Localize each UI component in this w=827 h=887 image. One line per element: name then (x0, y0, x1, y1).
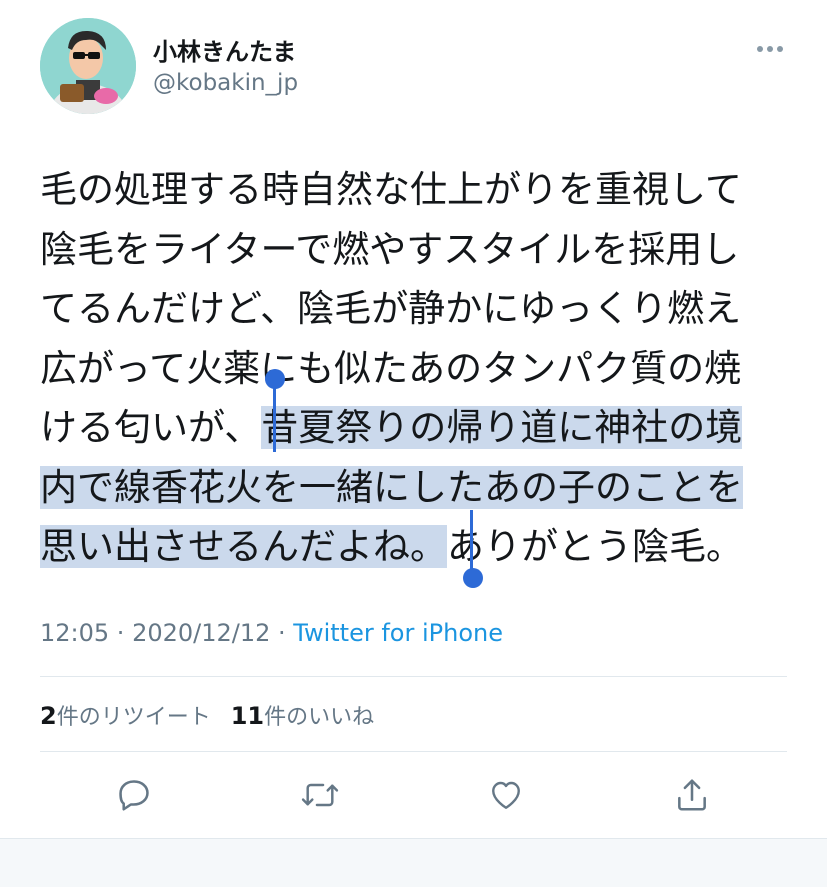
reply-icon[interactable] (114, 775, 154, 815)
selected-text: 内で線香花火を一緒にしたあの子のことを (40, 465, 743, 509)
likes-stat[interactable]: 11件のいいね (231, 702, 374, 730)
author-display-name[interactable]: 小林きんたま (153, 32, 296, 67)
tweet-line: ける匂いが、昔夏祭りの帰り道に神社の境 (40, 406, 743, 449)
selected-text: 思い出させるんだよね。 (40, 525, 447, 568)
retweets-stat[interactable]: 2件のリツイート (40, 702, 211, 730)
tweet-source-link[interactable]: Twitter for iPhone (293, 619, 503, 647)
more-dots-icon[interactable] (752, 34, 788, 64)
divider (40, 751, 787, 752)
tweet-date: 2020/12/12 (132, 619, 271, 647)
selected-text: 昔夏祭りの帰り道に神社の境 (261, 406, 743, 449)
tweet-line: 思い出させるんだよね。ありがとう陰毛。 (40, 525, 743, 568)
tweet-line: 毛の処理する時自然な仕上がりを重視して (40, 168, 742, 211)
avatar-illustration (40, 18, 136, 114)
heart-icon[interactable] (486, 775, 526, 815)
tweet-text: 毛の処理する時自然な仕上がりを重視して 陰毛をライターで燃やすスタイルを採用し … (40, 160, 800, 577)
retweet-icon[interactable] (300, 775, 340, 815)
tweet-line: 広がって火薬にも似たあのタンパク質の焼 (40, 346, 742, 390)
divider (40, 676, 787, 677)
selection-start-handle[interactable] (265, 369, 285, 389)
tweet-line: 陰毛をライターで燃やすスタイルを採用し (40, 227, 740, 271)
selection-end-handle[interactable] (463, 568, 483, 588)
selection-start-caret[interactable] (273, 384, 276, 452)
tweet-line: 内で線香花火を一緒にしたあの子のことを (40, 458, 800, 518)
footer-area (0, 839, 827, 887)
author-handle[interactable]: @kobakin_jp (153, 70, 298, 96)
tweet-time: 12:05 (40, 619, 110, 647)
avatar[interactable] (40, 18, 136, 114)
tweet-meta: 12:05 · 2020/12/12 · Twitter for iPhone (40, 619, 503, 647)
tweet-stats: 2件のリツイート 11件のいいね (40, 699, 374, 731)
share-icon[interactable] (672, 775, 712, 815)
tweet-line: てるんだけど、陰毛が静かにゆっくり燃え (40, 287, 742, 330)
selection-end-caret[interactable] (470, 510, 473, 576)
